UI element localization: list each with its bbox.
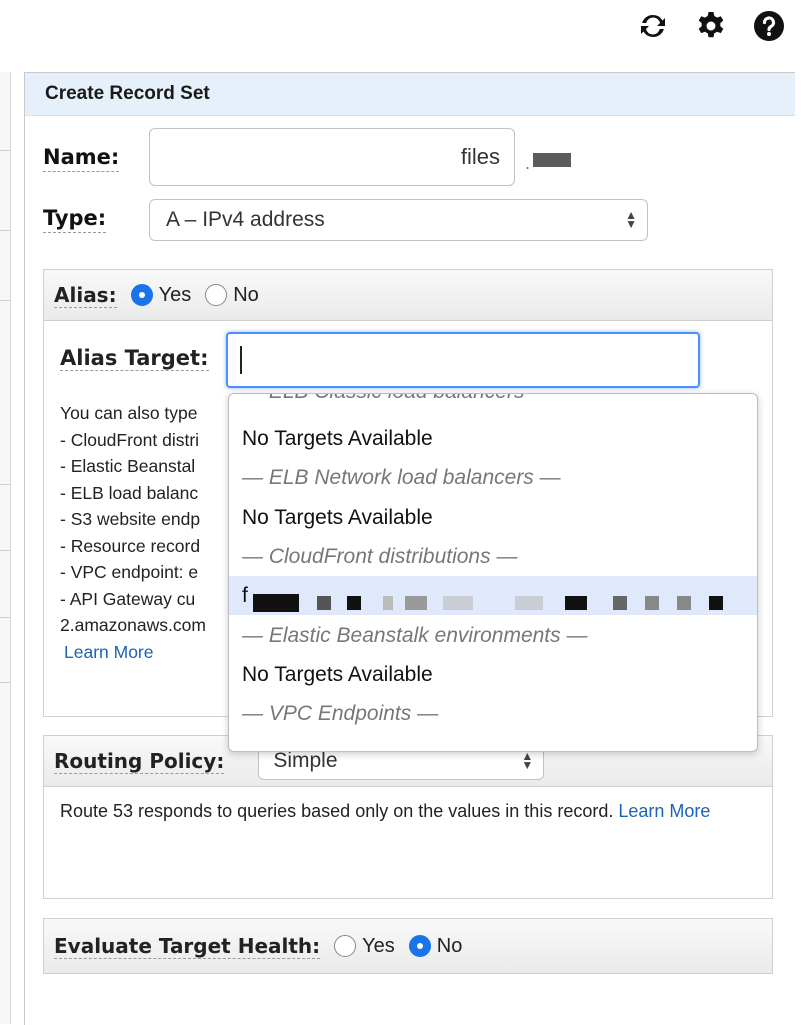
alias-help-text: You can also type - CloudFront distri - … [60,400,220,665]
dropdown-group-beanstalk: — Elastic Beanstalk environments — [242,624,588,647]
name-domain-suffix: . [525,153,531,173]
radio-checked-icon [408,935,431,957]
redacted-domain [533,153,571,167]
refresh-icon[interactable] [635,8,671,44]
background-table-edge [0,72,11,1024]
alias-learn-more-link[interactable]: Learn More [60,639,220,666]
health-yes-radio[interactable]: Yes [334,935,395,958]
redacted-distribution-name [253,586,723,612]
name-input[interactable]: files [149,128,515,186]
panel-title: Create Record Set [25,73,795,116]
type-select-value: A – IPv4 address [166,208,325,231]
health-header: Evaluate Target Health: Yes No [44,919,772,973]
select-arrows-icon: ▲ ▼ [521,749,534,772]
dropdown-group-cloudfront: — CloudFront distributions — [242,545,518,568]
dropdown-item-elb-network[interactable]: No Targets Available [229,498,757,537]
dropdown-group-elb-classic: — ELB Classic load balancers — [229,394,757,411]
help-icon[interactable] [751,8,787,44]
alias-target-label: Alias Target: [60,346,209,371]
top-toolbar [635,8,787,44]
type-label: Type: [43,206,107,233]
routing-policy-group: Routing Policy: Simple ▲ ▼ Route 53 respo… [43,735,773,899]
alias-header: Alias: Yes No [44,270,772,321]
select-arrows-icon: ▲ ▼ [625,208,637,231]
dropdown-group-vpc: — VPC Endpoints — [242,702,439,725]
radio-unchecked-icon [205,284,228,306]
alias-no-radio[interactable]: No [205,284,259,307]
dropdown-item-elb-classic[interactable]: No Targets Available [229,419,757,458]
health-label: Evaluate Target Health: [54,933,321,959]
routing-learn-more-link[interactable]: Learn More [618,801,710,821]
radio-checked-icon [130,284,153,306]
alias-yes-radio[interactable]: Yes [130,284,191,307]
routing-description: Route 53 responds to queries based only … [60,801,711,821]
radio-unchecked-icon [334,935,357,957]
dropdown-item-cloudfront[interactable]: f [229,576,757,615]
evaluate-target-health-group: Evaluate Target Health: Yes No [43,918,773,974]
dropdown-item-beanstalk[interactable]: No Targets Available [229,655,757,694]
health-no-radio[interactable]: No [408,935,462,958]
name-label: Name: [43,145,120,172]
alias-label: Alias: [54,282,117,308]
text-caret [240,346,242,374]
gear-icon[interactable] [693,8,729,44]
routing-policy-value: Simple [273,749,338,772]
alias-target-input[interactable] [226,332,700,388]
dropdown-group-elb-network: — ELB Network load balancers — [242,466,561,489]
alias-target-dropdown: — ELB Classic load balancers — No Target… [228,393,758,752]
type-select[interactable]: A – IPv4 address ▲ ▼ [149,199,648,241]
routing-policy-label: Routing Policy: [54,748,225,774]
